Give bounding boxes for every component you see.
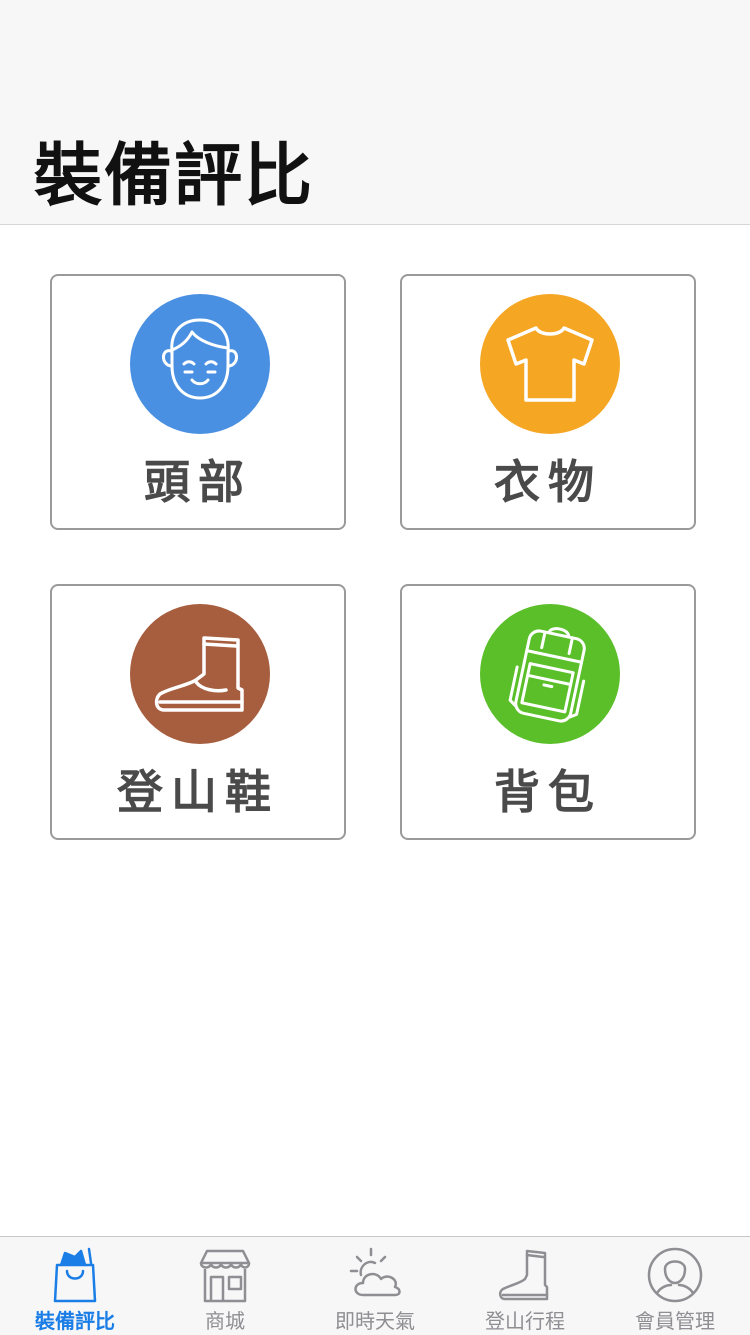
category-card-head[interactable]: 頭部 [50, 274, 346, 530]
category-label: 登山鞋 [117, 765, 279, 819]
tab-label: 裝備評比 [35, 1309, 115, 1333]
category-card-clothing[interactable]: 衣物 [400, 274, 696, 530]
navigation-header: 裝備評比 [0, 0, 750, 225]
category-label: 頭部 [144, 455, 252, 509]
tab-member-management[interactable]: 會員管理 [600, 1237, 750, 1335]
boot-icon [499, 1249, 549, 1301]
tab-weather[interactable]: 即時天氣 [300, 1237, 450, 1335]
tab-label: 即時天氣 [335, 1309, 415, 1333]
tab-label: 登山行程 [485, 1309, 565, 1333]
face-icon [130, 294, 270, 434]
tab-bar: 裝備評比 商城 即時天氣 登山行程 會員管理 [0, 1236, 750, 1335]
tab-equipment-review[interactable]: 裝備評比 [0, 1237, 150, 1335]
tab-label: 商城 [205, 1309, 245, 1333]
page-title: 裝備評比 [34, 137, 315, 216]
backpack-icon [480, 604, 620, 744]
tshirt-icon [480, 294, 620, 434]
category-card-hiking-shoes[interactable]: 登山鞋 [50, 584, 346, 840]
storefront-icon [199, 1249, 251, 1303]
category-label: 衣物 [494, 455, 602, 509]
sun-cloud-icon [349, 1247, 401, 1297]
category-label: 背包 [494, 765, 602, 819]
tab-label: 會員管理 [635, 1309, 715, 1333]
boot-icon [130, 604, 270, 744]
category-card-backpack[interactable]: 背包 [400, 584, 696, 840]
user-circle-icon [647, 1247, 703, 1303]
tab-shop[interactable]: 商城 [150, 1237, 300, 1335]
tab-hiking-trips[interactable]: 登山行程 [450, 1237, 600, 1335]
shopping-bag-icon [53, 1247, 97, 1303]
